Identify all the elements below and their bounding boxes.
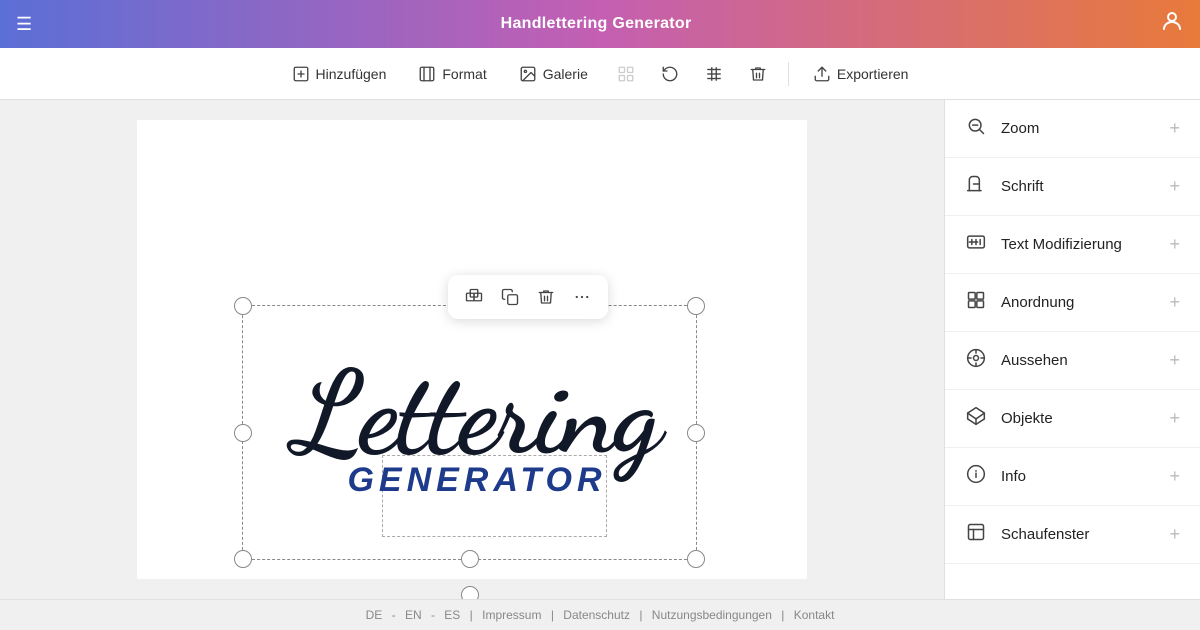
canvas[interactable]: Lettering GENERATOR — [137, 120, 807, 579]
export-icon — [813, 65, 831, 83]
right-panel: Zoom + Schrift + — [944, 100, 1200, 599]
text-mod-expand[interactable]: + — [1169, 234, 1180, 255]
sel-delete-button[interactable] — [530, 281, 562, 313]
user-icon[interactable] — [1160, 9, 1184, 39]
schaufenster-label: Schaufenster — [1001, 526, 1089, 543]
delete-icon — [749, 65, 767, 83]
anordnung-expand[interactable]: + — [1169, 292, 1180, 313]
font-icon — [965, 174, 987, 199]
lettering-main-text[interactable]: Lettering — [294, 360, 660, 469]
format-icon — [418, 65, 436, 83]
add-button[interactable]: Hinzufügen — [280, 59, 399, 89]
sel-delete-icon — [537, 288, 555, 306]
footer-datenschutz[interactable]: Datenschutz — [563, 608, 630, 622]
footer-es[interactable]: ES — [444, 608, 460, 622]
more-options-button[interactable] — [566, 281, 598, 313]
info-expand[interactable]: + — [1169, 466, 1180, 487]
footer-en[interactable]: EN — [405, 608, 422, 622]
objekte-label: Objekte — [1001, 410, 1053, 427]
panel-item-schrift[interactable]: Schrift + — [945, 158, 1200, 216]
copy-button[interactable] — [494, 281, 526, 313]
format-button[interactable]: Format — [406, 59, 498, 89]
schrift-expand[interactable]: + — [1169, 176, 1180, 197]
zoom-icon — [965, 116, 987, 141]
export-label: Exportieren — [837, 66, 909, 82]
footer: DE - EN - ES | Impressum | Datenschutz |… — [0, 599, 1200, 630]
panel-item-zoom[interactable]: Zoom + — [945, 100, 1200, 158]
toolbar-divider — [788, 62, 789, 86]
add-icon — [292, 65, 310, 83]
zoom-expand[interactable]: + — [1169, 118, 1180, 139]
grid-view-icon — [705, 65, 723, 83]
gallery-icon — [519, 65, 537, 83]
menu-icon[interactable]: ☰ — [16, 14, 32, 35]
app-title: Handlettering Generator — [501, 15, 692, 33]
gallery-label: Galerie — [543, 66, 588, 82]
aussehen-label: Aussehen — [1001, 352, 1068, 369]
group-icon — [465, 288, 483, 306]
main-content: Lettering GENERATOR Zoom + — [0, 100, 1200, 599]
objekte-expand[interactable]: + — [1169, 408, 1180, 429]
info-label: Info — [1001, 468, 1026, 485]
panel-item-info[interactable]: Info + — [945, 448, 1200, 506]
app-header: ☰ Handlettering Generator — [0, 0, 1200, 48]
panel-item-anordnung[interactable]: Anordnung + — [945, 274, 1200, 332]
arrange-icon — [965, 290, 987, 315]
selection-controls — [448, 275, 608, 319]
footer-kontakt[interactable]: Kontakt — [794, 608, 835, 622]
grid-toggle-button[interactable] — [608, 56, 644, 92]
text-mod-label: Text Modifizierung — [1001, 236, 1122, 253]
canvas-area[interactable]: Lettering GENERATOR — [0, 100, 944, 599]
aussehen-expand[interactable]: + — [1169, 350, 1180, 371]
zoom-label: Zoom — [1001, 120, 1039, 137]
footer-de[interactable]: DE — [366, 608, 383, 622]
info-icon — [965, 464, 987, 489]
objects-icon — [965, 406, 987, 431]
gallery-button[interactable]: Galerie — [507, 59, 600, 89]
footer-nutzungsbedingungen[interactable]: Nutzungsbedingungen — [652, 608, 772, 622]
panel-item-schaufenster[interactable]: Schaufenster + — [945, 506, 1200, 564]
format-label: Format — [442, 66, 486, 82]
schrift-label: Schrift — [1001, 178, 1044, 195]
showcase-icon — [965, 522, 987, 547]
undo-icon — [661, 65, 679, 83]
lettering-container[interactable]: Lettering GENERATOR — [232, 295, 722, 565]
panel-item-aussehen[interactable]: Aussehen + — [945, 332, 1200, 390]
undo-button[interactable] — [652, 56, 688, 92]
panel-item-text-mod[interactable]: Text Modifizierung + — [945, 216, 1200, 274]
delete-button[interactable] — [740, 56, 776, 92]
group-select-button[interactable] — [458, 281, 490, 313]
export-button[interactable]: Exportieren — [801, 59, 921, 89]
schaufenster-expand[interactable]: + — [1169, 524, 1180, 545]
grid-icon — [617, 65, 635, 83]
lettering-sub-text[interactable]: GENERATOR — [347, 461, 606, 500]
toolbar: Hinzufügen Format Galerie — [0, 48, 1200, 100]
add-label: Hinzufügen — [316, 66, 387, 82]
text-mod-icon — [965, 232, 987, 257]
anordnung-label: Anordnung — [1001, 294, 1074, 311]
footer-impressum[interactable]: Impressum — [482, 608, 541, 622]
handle-rotate[interactable] — [461, 586, 479, 599]
grid-view-button[interactable] — [696, 56, 732, 92]
copy-icon — [501, 288, 519, 306]
more-icon — [573, 288, 591, 306]
appearance-icon — [965, 348, 987, 373]
panel-item-objekte[interactable]: Objekte + — [945, 390, 1200, 448]
